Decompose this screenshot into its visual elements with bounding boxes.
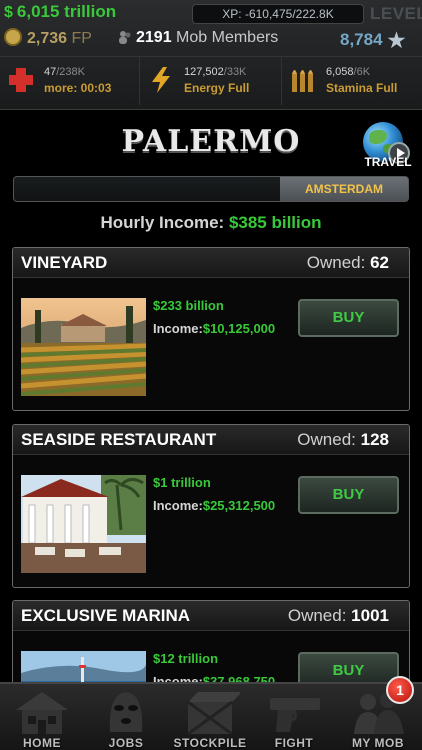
nav-stockpile-label: STOCKPILE <box>173 736 247 750</box>
status-header: $6,015 trillion XP: -610,475/222.8K LEVE… <box>0 0 422 110</box>
city-progress-bar: AMSTERDAM <box>13 176 409 202</box>
city-title: PALERMO <box>121 124 301 159</box>
health-stat[interactable]: 47/238K more: 00:03 <box>0 57 140 105</box>
income-value: $25,312,500 <box>202 498 276 513</box>
stamina-stat[interactable]: 6,058/6K Stamina Full <box>282 57 422 105</box>
stamina-status: Stamina Full <box>326 81 398 95</box>
owned-label: Owned: <box>297 430 356 449</box>
stamina-current: 6,058 <box>326 66 354 78</box>
mob-icon <box>119 31 131 44</box>
fp-label: FP <box>71 30 92 47</box>
property-name: SEASIDE RESTAURANT <box>21 430 217 449</box>
travel-button[interactable]: TRAVEL <box>360 122 416 172</box>
energy-max: /33K <box>223 66 247 78</box>
property-income: Income:$25,312,500 <box>153 498 275 513</box>
hourly-income: Hourly Income: $385 billion <box>0 213 422 233</box>
notification-badge[interactable]: 1 <box>386 676 414 704</box>
house-icon <box>16 692 68 734</box>
health-max: /238K <box>56 66 85 78</box>
travel-label: TRAVEL <box>364 155 412 169</box>
nav-home[interactable]: HOME <box>0 684 84 750</box>
nav-jobs-label: JOBS <box>108 736 144 750</box>
owned-count: Owned: 62 <box>307 253 389 273</box>
owned-count: Owned: 128 <box>297 430 389 450</box>
cash-display: $6,015 trillion <box>4 2 116 22</box>
nav-stockpile[interactable]: STOCKPILE <box>168 684 252 750</box>
buy-button-seaside-restaurant[interactable]: BUY <box>298 476 399 514</box>
nav-home-label: HOME <box>23 736 61 750</box>
nav-fight-label: FIGHT <box>274 736 314 750</box>
fp-display[interactable]: 2,736 FP <box>4 28 92 48</box>
property-name: EXCLUSIVE MARINA <box>21 606 191 625</box>
coin-icon <box>4 28 22 46</box>
nav-fight[interactable]: FIGHT <box>252 684 336 750</box>
mob-count: 2191 <box>136 29 172 46</box>
next-city-label[interactable]: AMSTERDAM <box>280 177 408 201</box>
buy-button-vineyard[interactable]: BUY <box>298 299 399 337</box>
restaurant-image <box>21 475 146 573</box>
health-current: 47 <box>44 66 57 78</box>
property-card-vineyard: VINEYARD Owned: 62 $233 billion Income:$… <box>12 247 410 411</box>
lightning-icon <box>152 67 170 93</box>
reputation-value: 8,784 <box>340 30 383 49</box>
bullets-icon <box>292 70 313 92</box>
fp-value: 2,736 <box>27 30 68 47</box>
energy-stat[interactable]: 127,502/33K Energy Full <box>140 57 282 105</box>
energy-current: 127,502 <box>184 66 224 78</box>
mob-members: 2191 Mob Members <box>118 29 278 47</box>
owned-label: Owned: <box>287 606 347 625</box>
pistol-icon <box>270 698 320 732</box>
bottom-nav: HOME JOBS STOCKPILE FIGHT MY MOB <box>0 682 422 750</box>
mob-label: Mob Members <box>176 29 279 46</box>
progress-fill <box>14 177 282 201</box>
property-income: Income:$10,125,000 <box>153 321 275 336</box>
reputation-display: 8,784 ★ <box>340 28 405 53</box>
health-cross-icon <box>9 68 33 92</box>
income-label: Income: <box>153 321 203 336</box>
property-name: VINEYARD <box>21 253 108 272</box>
cash-value: 6,015 trillion <box>16 2 117 21</box>
xp-bar: XP: -610,475/222.8K <box>192 4 364 24</box>
owned-count: Owned: 1001 <box>288 606 389 626</box>
owned-value: 1001 <box>351 606 389 625</box>
level-label: LEVEL <box>370 4 422 23</box>
vineyard-image <box>21 298 146 396</box>
hourly-income-value: $385 billion <box>228 213 322 232</box>
owned-label: Owned: <box>306 253 366 272</box>
property-price: $233 billion <box>153 298 224 313</box>
hourly-income-label: Hourly Income: <box>100 213 225 232</box>
crate-icon <box>187 692 240 736</box>
nav-my-mob-label: MY MOB <box>351 736 405 750</box>
property-card-seaside-restaurant: SEASIDE RESTAURANT Owned: 128 $1 trillio… <box>12 424 410 588</box>
health-status: more: 00:03 <box>44 81 112 95</box>
property-price: $1 trillion <box>153 475 211 490</box>
income-label: Income: <box>153 498 203 513</box>
stamina-max: /6K <box>353 66 371 78</box>
owned-value: 62 <box>370 253 389 272</box>
nav-jobs[interactable]: JOBS <box>84 684 168 750</box>
energy-status: Energy Full <box>184 81 250 95</box>
income-value: $10,125,000 <box>202 321 276 336</box>
star-icon: ★ <box>387 30 406 52</box>
owned-value: 128 <box>360 430 389 449</box>
property-price: $12 trillion <box>153 651 219 666</box>
dollar-icon: $ <box>4 4 13 21</box>
mask-icon <box>109 692 143 732</box>
